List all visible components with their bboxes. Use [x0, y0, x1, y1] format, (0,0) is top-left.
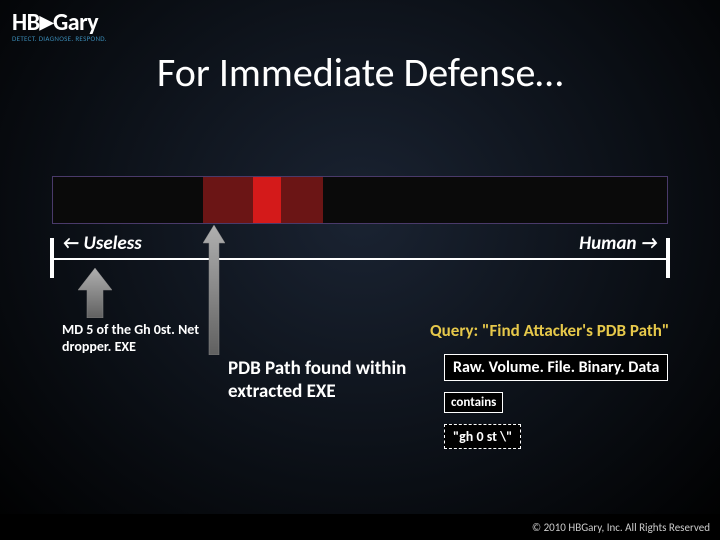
footer-copyright: © 2010 HBGary, Inc. All Rights Reserved [0, 514, 720, 540]
logo-gary: Gary [53, 8, 98, 37]
logo-tagline: DETECT. DIAGNOSE. RESPOND. [12, 34, 107, 43]
scale-label-left: ← Useless [62, 232, 142, 255]
scale-marker-bright [253, 177, 281, 223]
query-operator-box: contains [444, 392, 503, 413]
pdb-annotation: PDB Path found within extracted EXE [228, 358, 408, 404]
md5-annotation: MD 5 of the Gh 0st. Net dropper. EXE [62, 322, 212, 356]
logo-text: HB▶Gary [12, 8, 107, 37]
query-field-box: Raw. Volume. File. Binary. Data [444, 354, 668, 381]
scale-axis-line [52, 258, 668, 260]
scale-bar [52, 176, 668, 224]
logo-hb: HB [12, 8, 40, 37]
query-heading: Query: "Find Attacker's PDB Path" [430, 320, 669, 341]
brand-logo: HB▶Gary DETECT. DIAGNOSE. RESPOND. [12, 8, 107, 43]
query-value-box: "gh 0 st \" [444, 424, 521, 449]
scale-label-right: Human → [579, 232, 658, 255]
arrow-up-long-icon [203, 225, 225, 360]
logo-arrow-icon: ▶ [40, 11, 53, 33]
slide-title: For Immediate Defense… [0, 48, 720, 97]
